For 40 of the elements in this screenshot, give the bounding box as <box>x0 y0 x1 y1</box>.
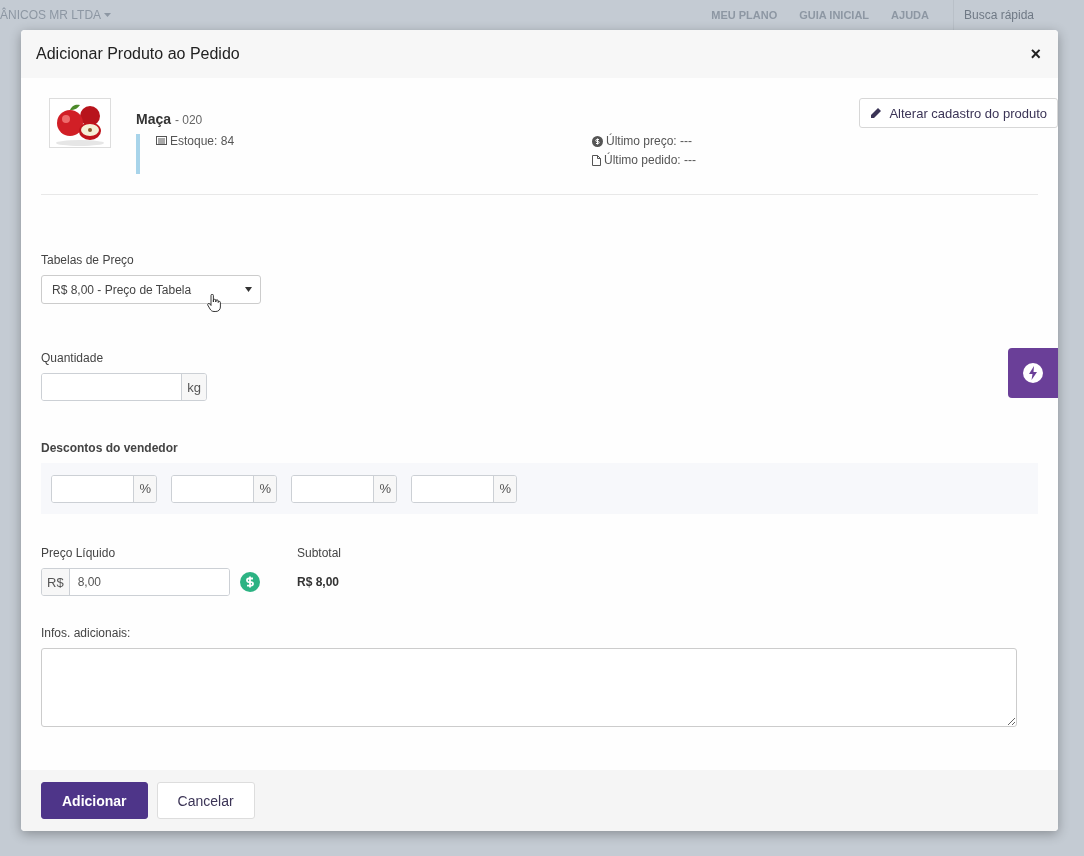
discount-field[interactable]: % <box>51 474 157 503</box>
cancel-button[interactable]: Cancelar <box>156 782 255 819</box>
unit-addon: % <box>373 475 396 502</box>
last-order-text: Último pedido: --- <box>604 153 697 167</box>
caret-icon <box>104 13 112 17</box>
subtotal-value: R$ 8,00 <box>297 575 341 589</box>
currency-addon: R$ <box>42 569 70 595</box>
close-button[interactable]: × <box>1028 45 1043 63</box>
field-label: Subtotal <box>297 546 342 560</box>
caret-icon <box>245 287 252 292</box>
lightning-icon <box>1023 363 1043 383</box>
field-label: Infos. adicionais: <box>41 626 132 640</box>
add-button[interactable]: Adicionar <box>41 782 148 819</box>
discount-field[interactable]: % <box>411 474 517 503</box>
unit-addon: % <box>133 475 156 502</box>
unit-addon: % <box>493 475 516 502</box>
unit-addon: kg <box>181 374 206 400</box>
quantity-field[interactable]: kg <box>41 373 207 401</box>
document-icon <box>592 154 601 166</box>
last-price-text: Último preço: --- <box>606 134 692 148</box>
modal-title: Adicionar Produto ao Pedido <box>36 45 240 63</box>
pencil-icon <box>870 107 882 119</box>
discount-field[interactable]: % <box>171 474 277 503</box>
notes-field[interactable] <box>41 648 1017 727</box>
hand-cursor-icon <box>207 294 221 312</box>
list-icon <box>156 136 167 145</box>
discount-field[interactable]: % <box>291 474 397 503</box>
quick-action-button[interactable] <box>1008 348 1058 398</box>
unit-addon: % <box>253 475 276 502</box>
dollar-icon[interactable] <box>240 572 260 592</box>
field-label: Quantidade <box>41 351 105 365</box>
product-name: Maça - 020 <box>136 111 203 127</box>
section-label: Descontos do vendedor <box>41 441 179 455</box>
field-label: Tabelas de Preço <box>41 253 135 267</box>
net-price-field[interactable]: R$ 8,00 <box>41 568 230 596</box>
field-label: Preço Líquido <box>41 546 117 560</box>
dollar-icon <box>592 135 603 147</box>
edit-product-button[interactable]: Alterar cadastro do produto <box>859 98 1058 128</box>
price-table-select[interactable]: R$ 8,00 - Preço de Tabela <box>41 275 261 304</box>
stock-text: Estoque: 84 <box>170 134 235 148</box>
